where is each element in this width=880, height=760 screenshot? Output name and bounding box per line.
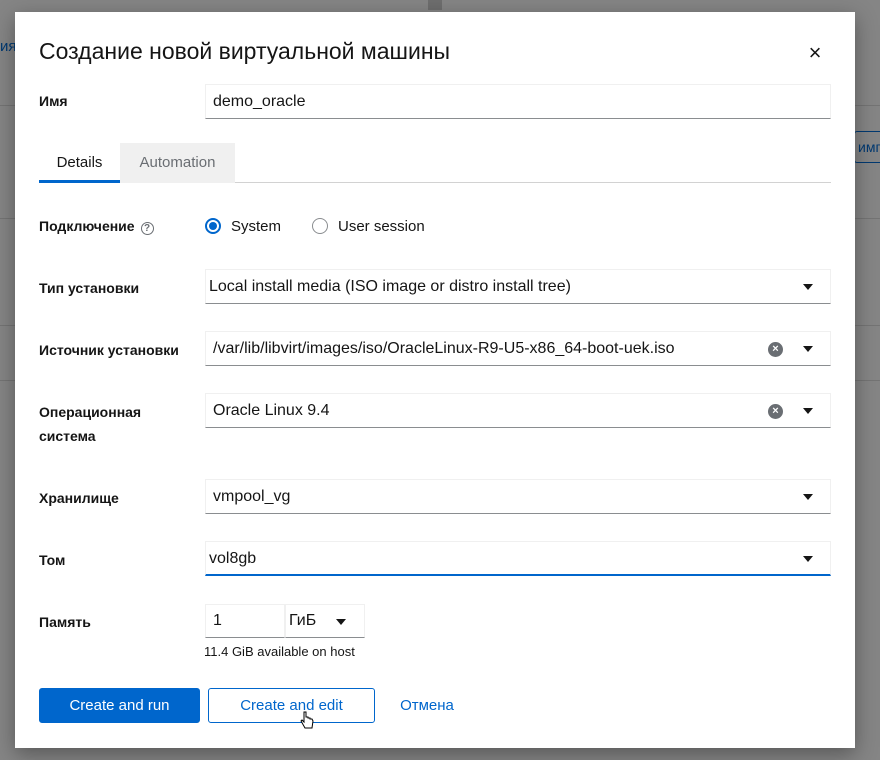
radio-user-session-label: User session <box>338 218 425 235</box>
name-label: Имя <box>39 93 68 109</box>
install-source-value: /var/lib/libvirt/images/iso/OracleLinux-… <box>213 340 675 357</box>
create-and-edit-button[interactable]: Create and edit <box>208 688 375 723</box>
radio-user-session[interactable]: User session <box>312 215 425 239</box>
create-and-run-button[interactable]: Create and run <box>39 688 200 723</box>
os-combobox[interactable]: Oracle Linux 9.4 × <box>205 393 831 428</box>
install-type-label: Тип установки <box>39 280 140 296</box>
radio-system-label: System <box>231 218 282 235</box>
volume-value: vol8gb <box>209 550 257 567</box>
close-icon[interactable]: × <box>805 42 825 66</box>
cancel-button[interactable]: Отмена <box>394 688 460 723</box>
tab-automation[interactable]: Automation <box>120 143 235 183</box>
chevron-down-icon[interactable] <box>803 556 813 562</box>
volume-select[interactable]: vol8gb <box>205 541 831 576</box>
storage-label: Хранилище <box>39 490 119 506</box>
tab-details[interactable]: Details <box>39 143 120 183</box>
install-type-select[interactable]: Local install media (ISO image or distro… <box>205 269 831 304</box>
help-icon[interactable]: ? <box>140 222 154 235</box>
name-input[interactable]: demo_oracle <box>205 84 831 119</box>
chevron-down-icon[interactable] <box>803 494 813 500</box>
chevron-down-icon[interactable] <box>803 284 813 290</box>
chevron-down-icon[interactable] <box>803 346 813 352</box>
pointer-cursor-icon <box>300 711 314 729</box>
install-type-value: Local install media (ISO image or distro… <box>209 278 571 295</box>
install-source-label: Источник установки <box>39 342 179 358</box>
create-vm-dialog: Создание новой виртуальной машины × Имя … <box>15 12 855 748</box>
connection-label: Подключение <box>39 218 135 234</box>
storage-select[interactable]: vmpool_vg <box>205 479 831 514</box>
clear-icon[interactable]: × <box>768 342 783 357</box>
memory-unit-value: ГиБ <box>289 612 317 629</box>
tab-bar: Details Automation <box>39 143 831 183</box>
radio-checked-icon[interactable] <box>205 218 221 234</box>
install-source-combobox[interactable]: /var/lib/libvirt/images/iso/OracleLinux-… <box>205 331 831 366</box>
os-label-line2: система <box>39 428 96 444</box>
dialog-title: Создание новой виртуальной машины <box>39 38 451 64</box>
chevron-down-icon[interactable] <box>803 408 813 414</box>
storage-value: vmpool_vg <box>213 488 291 505</box>
os-value: Oracle Linux 9.4 <box>213 402 330 419</box>
clear-icon[interactable]: × <box>768 404 783 419</box>
radio-system[interactable]: System <box>205 215 281 239</box>
volume-label: Том <box>39 552 66 568</box>
memory-helper-text: 11.4 GiB available on host <box>204 644 355 659</box>
memory-unit-select[interactable]: ГиБ <box>285 604 365 638</box>
radio-unchecked-icon[interactable] <box>312 218 328 234</box>
chevron-down-icon[interactable] <box>336 619 346 625</box>
memory-label: Память <box>39 614 91 630</box>
memory-input[interactable]: 1 <box>205 604 285 638</box>
connection-label-row: Подключение? <box>39 214 154 238</box>
os-label-line1: Операционная <box>39 404 142 420</box>
